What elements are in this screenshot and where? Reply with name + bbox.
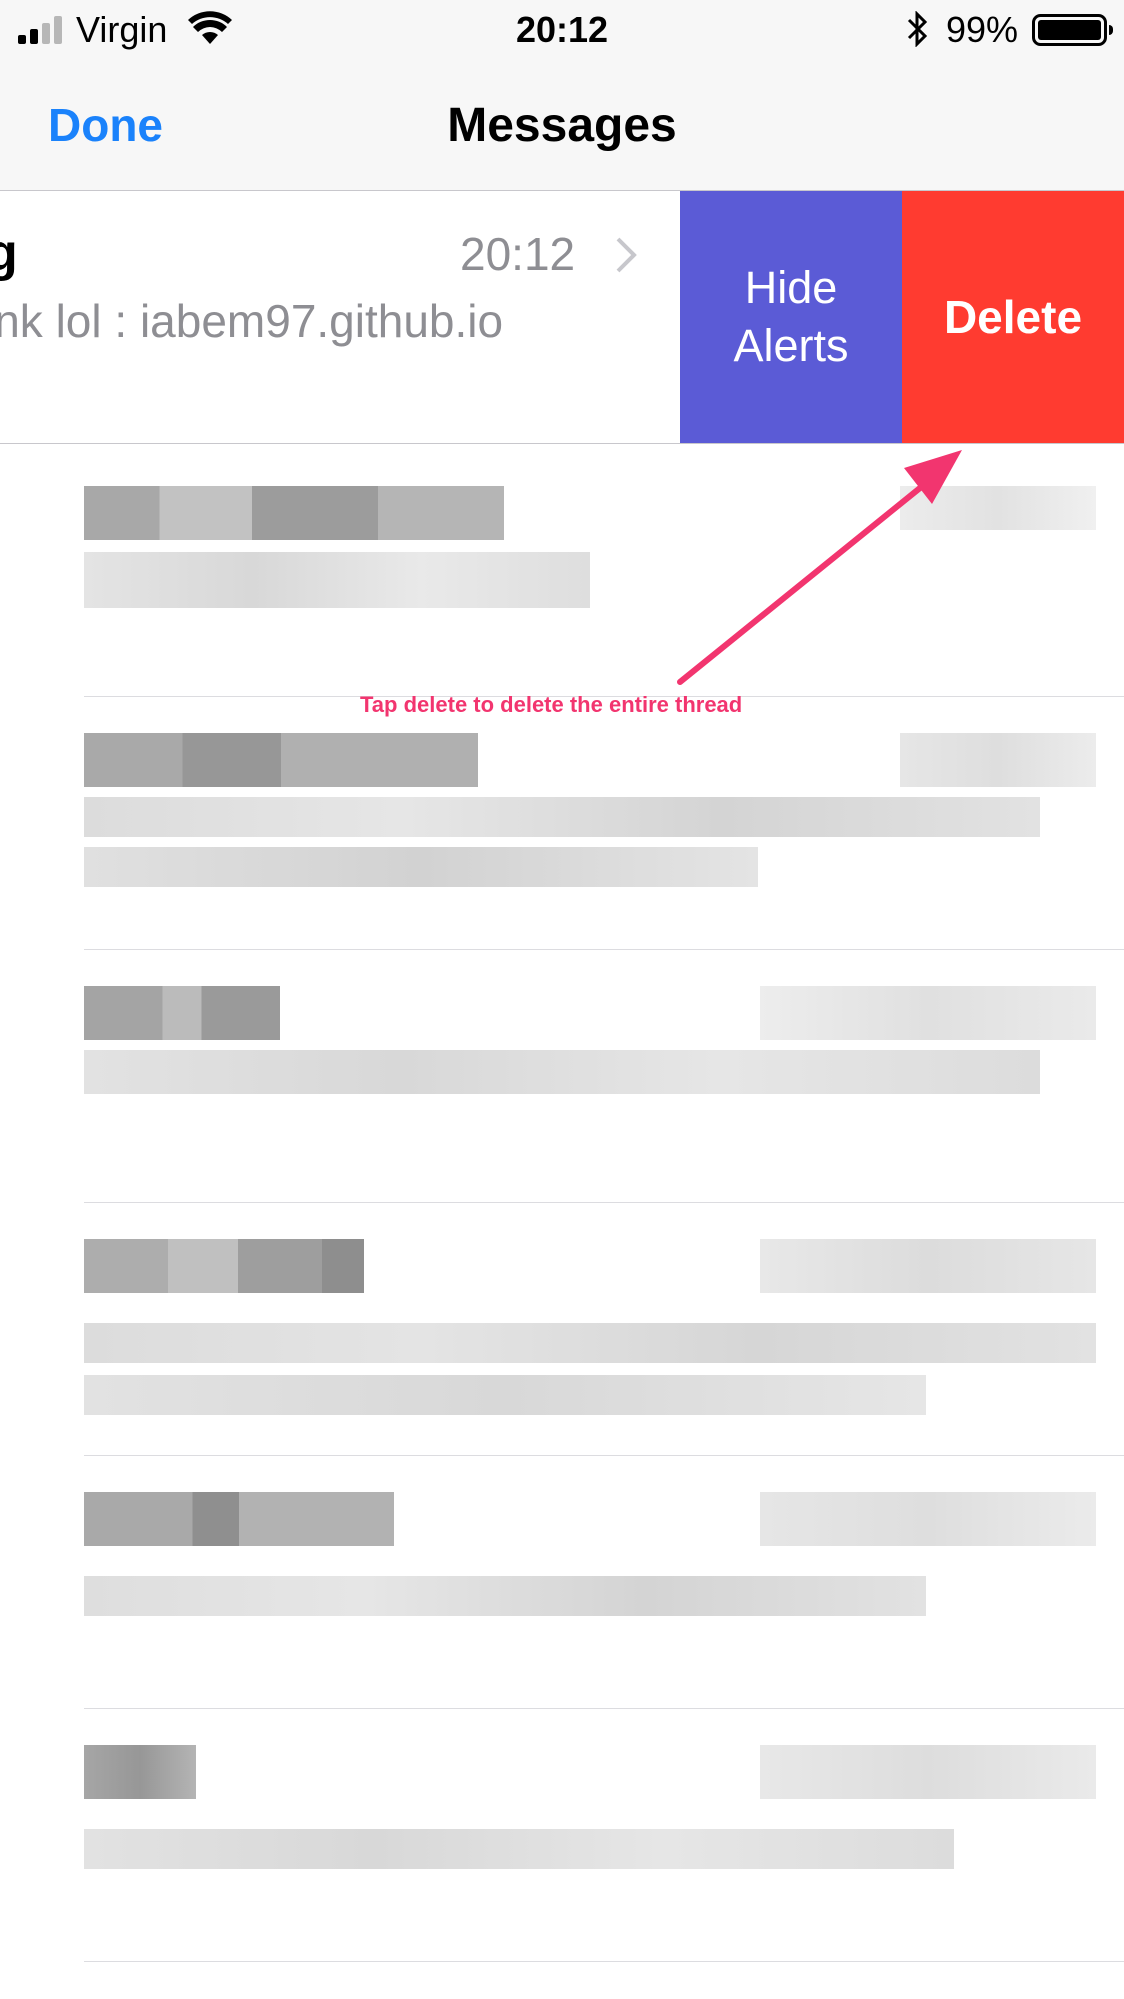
redacted-name: [84, 486, 504, 540]
nav-bar: Done Messages: [0, 62, 1124, 191]
redacted-time: [760, 1492, 1096, 1546]
redacted-conversation-row[interactable]: [0, 444, 1124, 696]
redacted-preview: [84, 1375, 926, 1415]
annotation-text: Tap delete to delete the entire thread: [360, 692, 743, 717]
redacted-conversation-row[interactable]: [0, 1456, 1124, 1708]
row-separator: [84, 1961, 1124, 1962]
redacted-name: [84, 733, 478, 787]
redacted-conversation-row[interactable]: [0, 1709, 1124, 1961]
status-bar: Virgin 20:12 99%: [0, 0, 1124, 62]
hide-alerts-label-line2: Alerts: [733, 320, 849, 371]
conversation-time: 20:12: [460, 228, 576, 280]
redacted-name: [84, 1745, 196, 1799]
page-title: Messages: [447, 99, 677, 152]
redacted-time: [900, 486, 1096, 530]
redacted-preview: [84, 1050, 1040, 1094]
redacted-conversation-row[interactable]: [0, 1203, 1124, 1455]
conversation-preview: ink lol : iabem97.github.io: [0, 295, 504, 347]
redacted-time: [760, 1239, 1096, 1293]
redacted-time: [760, 1745, 1096, 1799]
bluetooth-icon: [907, 11, 928, 47]
redacted-conversation-row[interactable]: [0, 697, 1124, 949]
conversation-name: g: [0, 224, 18, 282]
redacted-name: [84, 1239, 364, 1293]
redacted-time: [760, 986, 1096, 1040]
chevron-right-icon: [616, 237, 637, 273]
redacted-preview: [84, 1323, 1096, 1363]
redacted-preview: [84, 847, 758, 887]
redacted-conversation-row[interactable]: [0, 950, 1124, 1202]
hide-alerts-label-line1: Hide: [744, 262, 838, 314]
battery-icon: [1032, 14, 1113, 46]
hide-alerts-button[interactable]: Hide Alerts: [680, 191, 902, 443]
redacted-preview: [84, 1829, 954, 1869]
delete-button[interactable]: Delete: [902, 191, 1124, 443]
redacted-preview: [84, 1576, 926, 1616]
redacted-name: [84, 1492, 394, 1546]
battery-percent: 99%: [946, 9, 1019, 50]
redacted-name: [84, 986, 280, 1040]
redacted-preview: [84, 797, 1040, 837]
swiped-conversation-row[interactable]: g 20:12 ink lol : iabem97.github.io Hide…: [0, 191, 1124, 443]
redacted-preview: [84, 552, 590, 608]
redacted-time: [900, 733, 1096, 787]
